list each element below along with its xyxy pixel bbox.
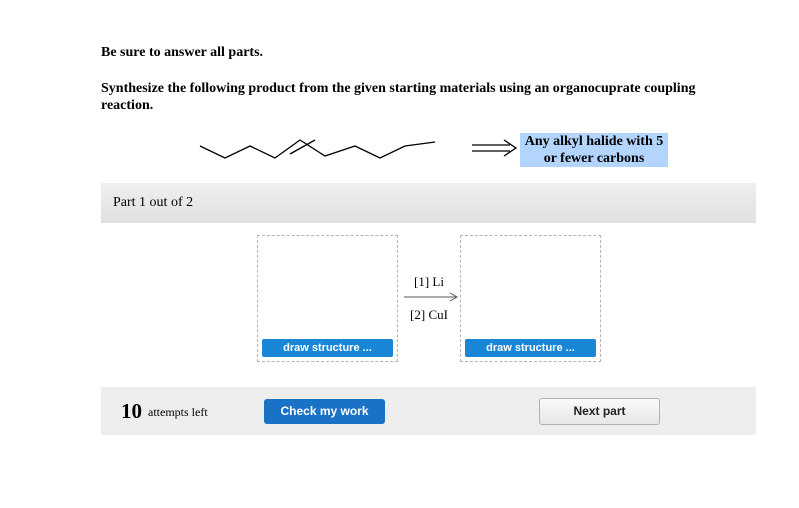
reagent-step-1: [1] Li [414, 274, 444, 289]
draw-structure-button-right[interactable]: draw structure ... [465, 339, 596, 357]
reactant-drawing-area[interactable]: draw structure ... [257, 235, 398, 362]
product-drawing-area[interactable]: draw structure ... [460, 235, 601, 362]
draw-structure-button-left[interactable]: draw structure ... [262, 339, 393, 357]
attempts-label: attempts left [148, 405, 208, 419]
check-my-work-button[interactable]: Check my work [264, 399, 385, 424]
reagent-step-2: [2] CuI [410, 307, 448, 322]
footer-bar: 10 attempts left Check my work Next part [101, 387, 756, 435]
attempts-count: 10 [121, 399, 142, 423]
instruction-be-sure: Be sure to answer all parts. [101, 45, 264, 60]
next-part-button[interactable]: Next part [539, 398, 660, 425]
retrosynthesis-arrow-icon [472, 139, 518, 157]
part-header: Part 1 out of 2 [101, 183, 756, 223]
product-structure [199, 139, 436, 159]
reaction-arrow-icon [404, 292, 459, 302]
instruction-synthesize: Synthesize the following product from th… [101, 81, 696, 113]
starting-material-text: Any alkyl halide with 5 or fewer carbons [520, 133, 668, 167]
part-title: Part 1 out of 2 [113, 195, 194, 210]
